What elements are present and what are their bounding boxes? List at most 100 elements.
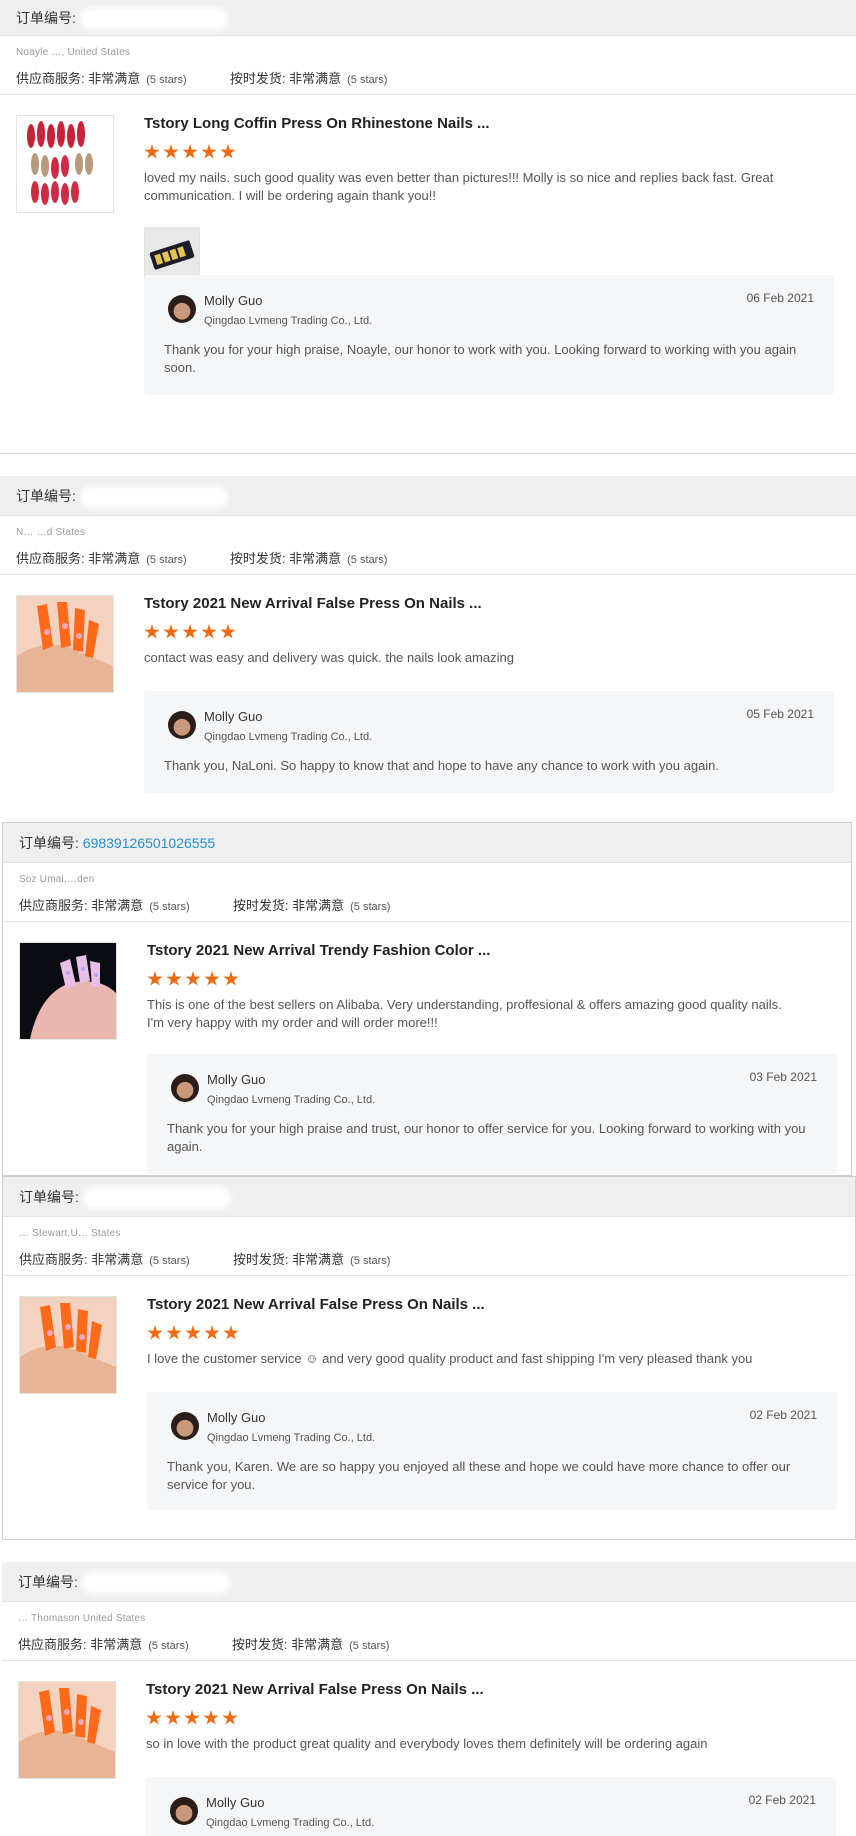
star-icon [185,971,201,986]
red-coffin-nails-image[interactable] [16,115,114,213]
star-icon [163,624,179,639]
star-icon [147,1325,163,1340]
avatar [171,1074,199,1102]
supplier-service-label: 供应商服务: [19,898,88,913]
star-icon [201,144,217,159]
supplier-ratings: 供应商服务: 非常满意 (5 stars) 按时发货: 非常满意 (5 stars) [19,895,390,914]
review-stars [144,144,236,160]
order-number-link[interactable]: 69839126501026555 [83,835,215,851]
product-title[interactable]: Tstory 2021 New Arrival False Press On N… [146,1681,484,1698]
supplier-service-stars: (5 stars) [146,554,187,566]
redacted-order-number [85,1576,226,1591]
reply-company: Qingdao Lvmeng Trading Co., Ltd. [207,1094,376,1106]
supplier-service-stars: (5 stars) [148,1640,189,1652]
star-icon [222,1710,238,1725]
product-title[interactable]: Tstory Long Coffin Press On Rhinestone N… [144,115,490,132]
order-header: 订单编号: [3,1177,855,1217]
on-time-stars: (5 stars) [350,901,391,913]
star-icon [182,144,198,159]
order-header: 订单编号: 69839126501026555 [3,823,851,863]
order-label: 订单编号: [18,1574,78,1590]
on-time-stars: (5 stars) [350,1255,391,1267]
star-icon [144,144,160,159]
order-number-link[interactable] [82,1574,226,1591]
supplier-service-stars: (5 stars) [149,1255,190,1267]
product-title[interactable]: Tstory 2021 New Arrival Trendy Fashion C… [147,942,490,959]
supplier-ratings: 供应商服务: 非常满意 (5 stars) 按时发货: 非常满意 (5 stars) [19,1249,390,1268]
buyer-location: … Stewart,U… States [19,1228,121,1239]
buyer-location: … Thomason United States [18,1613,146,1624]
star-icon [182,624,198,639]
buyer-info: Soz Umai,…den 供应商服务: 非常满意 (5 stars) 按时发货:… [3,863,851,922]
buyer-location: N… …d States [16,527,86,538]
review-text: so in love with the product great qualit… [146,1736,708,1751]
reply-date: 06 Feb 2021 [746,291,814,305]
supplier-service-value: 非常满意 [90,1637,143,1652]
supplier-service-value: 非常满意 [88,551,141,566]
reply-date: 02 Feb 2021 [749,1408,817,1422]
supplier-ratings: 供应商服务: 非常满意 (5 stars) 按时发货: 非常满意 (5 stars) [16,68,387,87]
reply-author: Molly Guo [207,1410,266,1425]
order-label: 订单编号: [16,488,76,504]
product-title[interactable]: Tstory 2021 New Arrival False Press On N… [144,595,482,612]
on-time-stars: (5 stars) [349,1640,390,1652]
order-number-link[interactable] [80,488,224,505]
redacted-order-number [86,1191,227,1206]
review-card: 订单编号: Noayle …, United States 供应商服务: 非常满… [0,0,856,452]
reply-message: Thank you for your high praise and trust… [167,1121,806,1154]
supplier-service-value: 非常满意 [91,898,144,913]
review-text: contact was easy and delivery was quick.… [144,650,514,665]
avatar [170,1797,198,1825]
orange-nails-image[interactable] [16,595,114,693]
reply-author: Molly Guo [204,709,263,724]
buyer-info: … Thomason United States 供应商服务: 非常满意 (5 s… [2,1602,856,1661]
section-divider [0,453,856,454]
on-time-label: 按时发货: [231,1637,288,1652]
star-icon [223,1325,239,1340]
avatar [168,295,196,323]
reply-author: Molly Guo [207,1072,266,1087]
reply-message: Thank you for your high praise, Noayle, … [164,342,797,375]
star-icon [204,971,220,986]
redacted-order-number [83,12,224,27]
buyer-info: Noayle …, United States 供应商服务: 非常满意 (5 st… [0,36,856,95]
review-card: 订单编号: N… …d States 供应商服务: 非常满意 (5 stars) … [0,476,856,804]
reply-company: Qingdao Lvmeng Trading Co., Ltd. [207,1432,376,1444]
star-icon [204,1325,220,1340]
order-header: 订单编号: [0,0,856,36]
on-time-label: 按时发货: [232,898,289,913]
orange-nails-image[interactable] [18,1681,116,1779]
order-header: 订单编号: [2,1562,856,1602]
star-icon [201,624,217,639]
supplier-reply: Molly Guo Qingdao Lvmeng Trading Co., Lt… [147,1054,837,1174]
on-time-value: 非常满意 [292,1252,345,1267]
reply-author: Molly Guo [204,293,263,308]
supplier-service-stars: (5 stars) [149,901,190,913]
on-time-stars: (5 stars) [347,554,388,566]
buyer-info: … Stewart,U… States 供应商服务: 非常满意 (5 stars)… [3,1217,855,1276]
star-icon [185,1325,201,1340]
review-card: 订单编号: 69839126501026555 Soz Umai,…den 供应… [2,822,852,1176]
product-title[interactable]: Tstory 2021 New Arrival False Press On N… [147,1296,485,1313]
order-number-link[interactable] [80,10,224,27]
star-icon [166,971,182,986]
reply-author: Molly Guo [206,1795,265,1810]
star-icon [163,144,179,159]
reply-company: Qingdao Lvmeng Trading Co., Ltd. [204,315,373,327]
order-label: 订单编号: [16,10,76,26]
supplier-service-label: 供应商服务: [16,71,85,86]
supplier-service-label: 供应商服务: [19,1252,88,1267]
supplier-reply: Molly Guo Qingdao Lvmeng Trading Co., Lt… [144,275,834,395]
orange-nails-image[interactable] [19,1296,117,1394]
reply-company: Qingdao Lvmeng Trading Co., Ltd. [204,731,373,743]
supplier-service-value: 非常满意 [88,71,141,86]
redacted-order-number [83,490,224,505]
review-stars [147,971,239,987]
reply-company: Qingdao Lvmeng Trading Co., Ltd. [206,1817,375,1829]
review-text: This is one of the best sellers on Aliba… [147,997,782,1030]
pink-nails-image[interactable] [19,942,117,1040]
reply-message: Thank you, Karen. We are so happy you en… [167,1459,791,1492]
on-time-label: 按时发货: [232,1252,289,1267]
order-number-link[interactable] [83,1189,227,1206]
on-time-value: 非常满意 [289,71,342,86]
